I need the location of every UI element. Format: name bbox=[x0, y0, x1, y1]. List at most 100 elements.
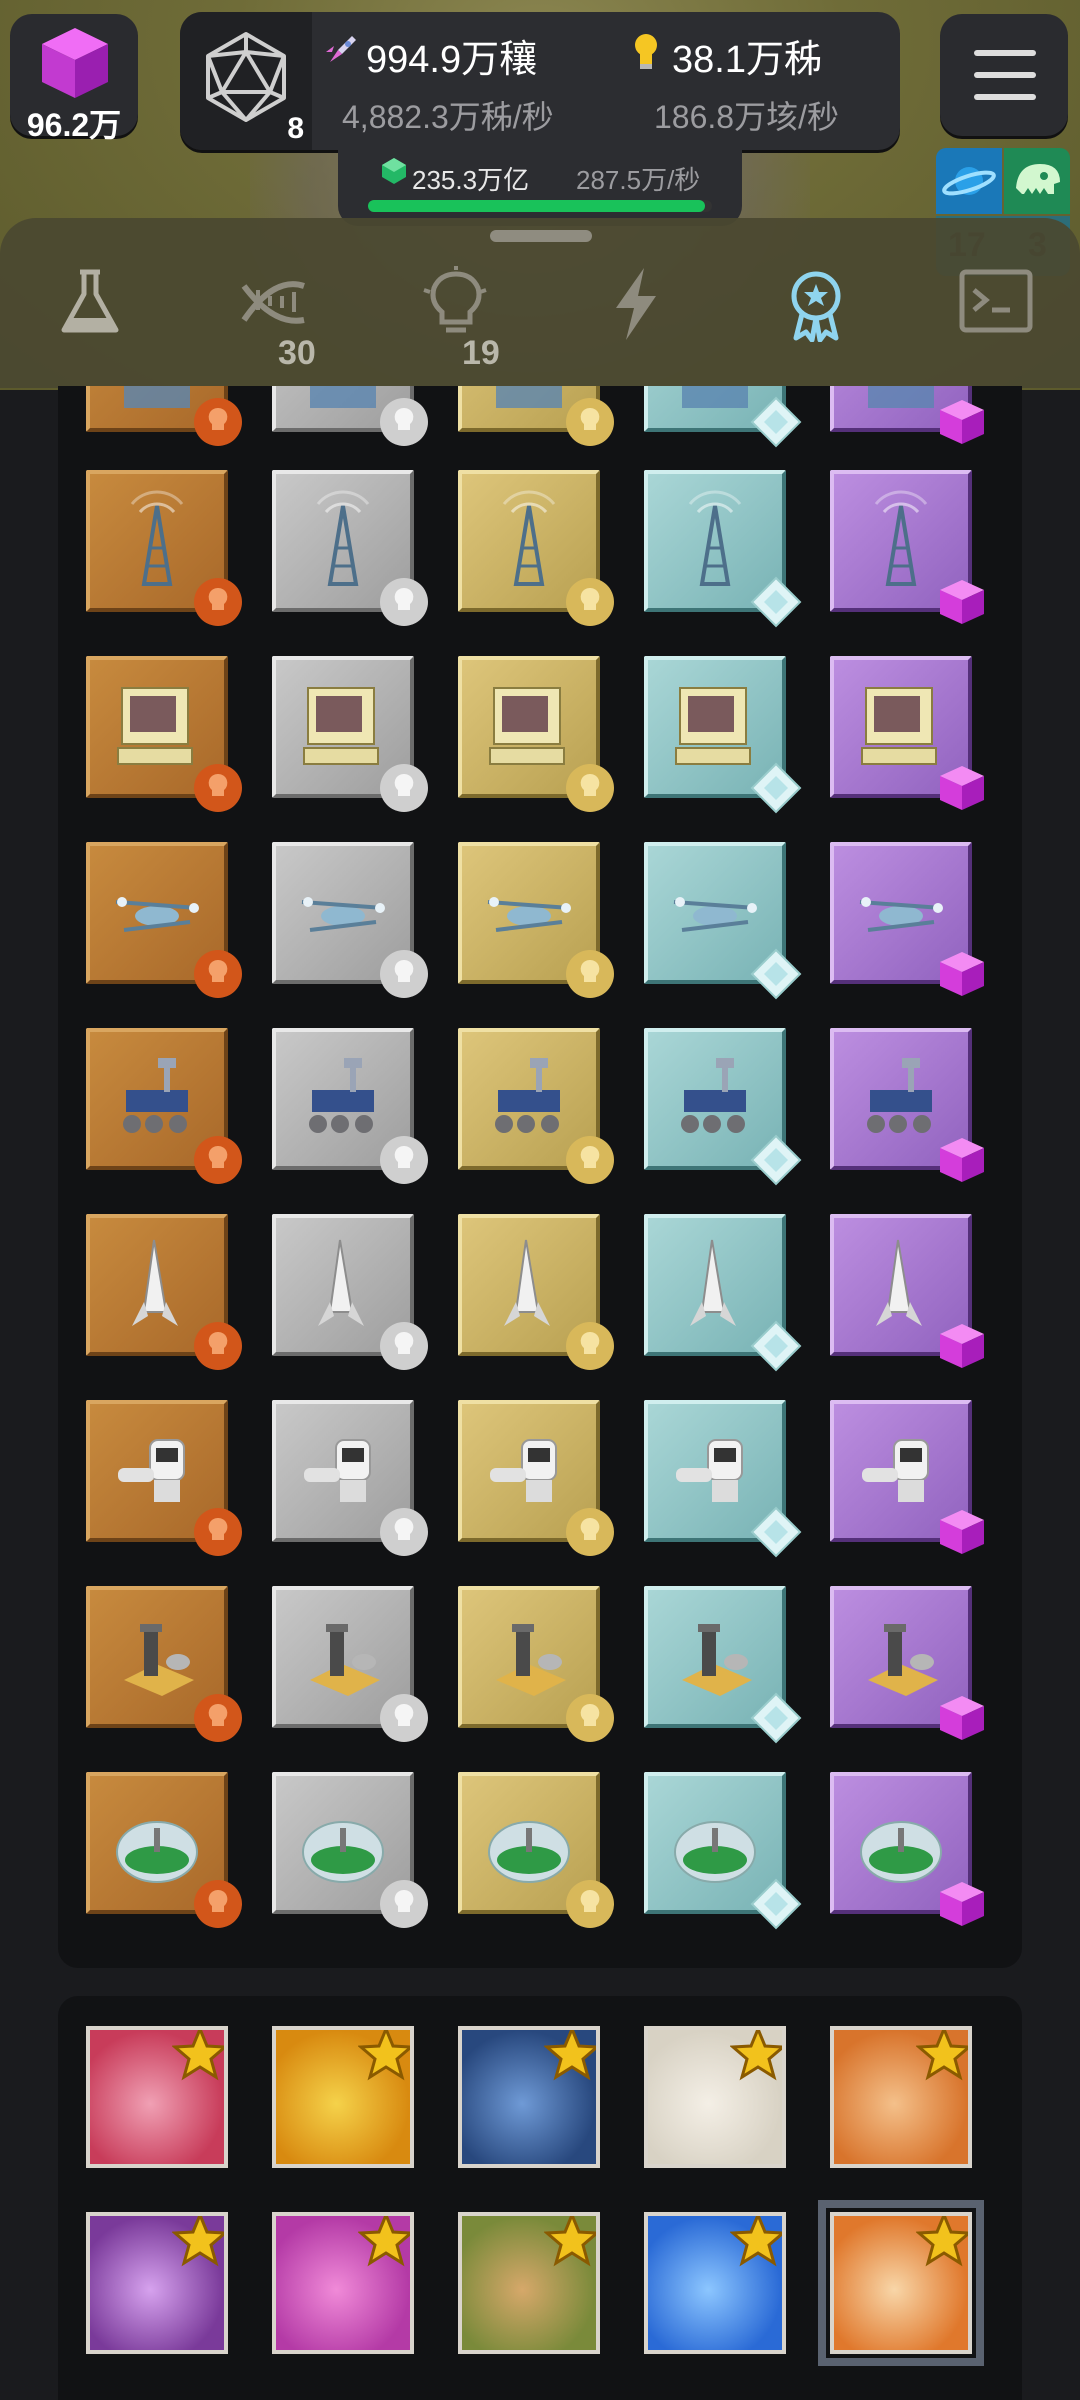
gold-star-icon bbox=[916, 2216, 968, 2267]
purple-dragon-portrait[interactable] bbox=[86, 2212, 228, 2354]
diamond-biodome-tile[interactable] bbox=[644, 1772, 802, 1930]
cowboy-portrait[interactable] bbox=[830, 2026, 972, 2168]
purple-space-shuttle-tile[interactable] bbox=[830, 1214, 984, 1368]
dino-tile bbox=[1004, 148, 1070, 214]
bronze-top-partial-tile[interactable] bbox=[86, 386, 242, 446]
gold-radio-tower-tile[interactable] bbox=[458, 470, 614, 626]
tab-lightbulb[interactable]: 19 bbox=[404, 266, 504, 376]
silver-bulb-badge-icon bbox=[380, 764, 428, 812]
gold-top-partial-tile[interactable] bbox=[458, 386, 614, 446]
gold-bulb-badge-icon bbox=[566, 1508, 614, 1556]
purple-biodome-tile[interactable] bbox=[830, 1772, 984, 1926]
menu-line-icon bbox=[974, 94, 1036, 100]
bronze-biodome-tile[interactable] bbox=[86, 1772, 242, 1928]
gold-mining-rig-tile[interactable] bbox=[458, 1586, 614, 1742]
gold-computer-tile[interactable] bbox=[458, 656, 614, 812]
purple-mining-rig-tile[interactable] bbox=[830, 1586, 984, 1740]
bearded-man-portrait[interactable] bbox=[644, 2026, 786, 2168]
gold-bulb-badge-icon bbox=[566, 764, 614, 812]
cube-count: 96.2万 bbox=[26, 107, 122, 143]
diamond-space-shuttle-tile[interactable] bbox=[644, 1214, 802, 1372]
purple-radio-tower-tile[interactable] bbox=[830, 470, 984, 624]
purple-top-partial-tile[interactable] bbox=[830, 386, 984, 444]
gold-astronaut-tile[interactable] bbox=[458, 1400, 614, 1556]
diamond-drone-tile[interactable] bbox=[644, 842, 802, 1000]
pink-dolphin-portrait[interactable] bbox=[272, 2212, 414, 2354]
silver-bulb-badge-icon bbox=[380, 1136, 428, 1184]
purple-cube-badge-icon bbox=[940, 1138, 984, 1182]
d20-button[interactable]: 8 bbox=[180, 12, 312, 150]
collection-grid-panel bbox=[58, 386, 1022, 1968]
purple-computer-tile[interactable] bbox=[830, 656, 984, 810]
silver-astronaut-tile[interactable] bbox=[272, 1400, 428, 1556]
tab-dna[interactable]: 30 bbox=[220, 266, 320, 376]
silver-mining-rig-tile[interactable] bbox=[272, 1586, 428, 1742]
bronze-bulb-badge-icon bbox=[194, 1880, 242, 1928]
bronze-drone-tile[interactable] bbox=[86, 842, 242, 998]
shiba-dog-portrait[interactable] bbox=[818, 2200, 984, 2366]
silver-top-partial-tile[interactable] bbox=[272, 386, 428, 446]
gold-drone-tile[interactable] bbox=[458, 842, 614, 998]
planet-tile bbox=[936, 148, 1002, 214]
hamburger-menu-button[interactable] bbox=[940, 14, 1068, 136]
green-gem-icon bbox=[382, 158, 406, 184]
silver-space-shuttle-tile[interactable] bbox=[272, 1214, 428, 1370]
menu-line-icon bbox=[974, 50, 1036, 56]
lightbulb-icon bbox=[635, 34, 657, 69]
gold-bulb-badge-icon bbox=[566, 578, 614, 626]
silver-bulb-badge-icon bbox=[380, 950, 428, 998]
blue-creature-portrait[interactable] bbox=[458, 2026, 600, 2168]
purple-rover-tile[interactable] bbox=[830, 1028, 984, 1182]
gold-rover-tile[interactable] bbox=[458, 1028, 614, 1184]
shark-portrait[interactable] bbox=[86, 2026, 228, 2168]
gem-value: 235.3万亿 bbox=[412, 165, 530, 195]
silver-rover-tile[interactable] bbox=[272, 1028, 428, 1184]
tab-award[interactable] bbox=[766, 266, 866, 376]
gold-star-icon bbox=[358, 2030, 410, 2081]
flask-icon bbox=[61, 269, 119, 333]
tab-terminal[interactable] bbox=[942, 266, 1042, 376]
gold-star-icon bbox=[916, 2030, 968, 2081]
silver-bulb-badge-icon bbox=[380, 1694, 428, 1742]
drag-handle[interactable] bbox=[490, 230, 592, 242]
diamond-computer-tile[interactable] bbox=[644, 656, 802, 814]
gem-progress-panel: 235.3万亿 287.5万/秒 bbox=[338, 146, 742, 226]
purple-cube-icon bbox=[42, 28, 108, 98]
tab-flask[interactable] bbox=[40, 266, 140, 376]
bronze-rover-tile[interactable] bbox=[86, 1028, 242, 1184]
blue-yeti-portrait[interactable] bbox=[644, 2212, 786, 2354]
diamond-astronaut-tile[interactable] bbox=[644, 1400, 802, 1558]
gold-space-shuttle-tile[interactable] bbox=[458, 1214, 614, 1370]
bronze-mining-rig-tile[interactable] bbox=[86, 1586, 242, 1742]
bronze-space-shuttle-tile[interactable] bbox=[86, 1214, 242, 1370]
cube-currency-button[interactable]: 96.2万 bbox=[10, 14, 138, 143]
diamond-radio-tower-tile[interactable] bbox=[644, 470, 802, 628]
silver-bulb-badge-icon bbox=[380, 1322, 428, 1370]
gold-star-icon bbox=[544, 2030, 596, 2081]
bronze-bulb-badge-icon bbox=[194, 1694, 242, 1742]
silver-computer-tile[interactable] bbox=[272, 656, 428, 812]
silver-bulb-badge-icon bbox=[380, 398, 428, 446]
purple-drone-tile[interactable] bbox=[830, 842, 984, 996]
resource-stats-panel: 8 994.9万穰 4,882.3万秭/秒 38.1万秭 186.8万垓/秒 bbox=[180, 12, 900, 150]
diamond-badge-icon bbox=[750, 1506, 802, 1558]
gold-biodome-tile[interactable] bbox=[458, 1772, 614, 1928]
tab-lightning[interactable] bbox=[590, 266, 690, 376]
lightning-bolt-icon bbox=[616, 268, 656, 340]
silver-drone-tile[interactable] bbox=[272, 842, 428, 998]
purple-astronaut-tile[interactable] bbox=[830, 1400, 984, 1554]
d20-level: 8 bbox=[287, 112, 304, 145]
diamond-rover-tile[interactable] bbox=[644, 1028, 802, 1186]
gold-bulb-badge-icon bbox=[566, 1880, 614, 1928]
bronze-radio-tower-tile[interactable] bbox=[86, 470, 242, 626]
diamond-mining-rig-tile[interactable] bbox=[644, 1586, 802, 1744]
diamond-top-partial-tile[interactable] bbox=[644, 386, 802, 448]
purple-cube-badge-icon bbox=[940, 1882, 984, 1926]
bronze-astronaut-tile[interactable] bbox=[86, 1400, 242, 1556]
bird-fish-portrait[interactable] bbox=[458, 2212, 600, 2354]
silver-radio-tower-tile[interactable] bbox=[272, 470, 428, 626]
bronze-bulb-badge-icon bbox=[194, 1136, 242, 1184]
bronze-computer-tile[interactable] bbox=[86, 656, 242, 812]
silver-biodome-tile[interactable] bbox=[272, 1772, 428, 1928]
crown-portrait[interactable] bbox=[272, 2026, 414, 2168]
